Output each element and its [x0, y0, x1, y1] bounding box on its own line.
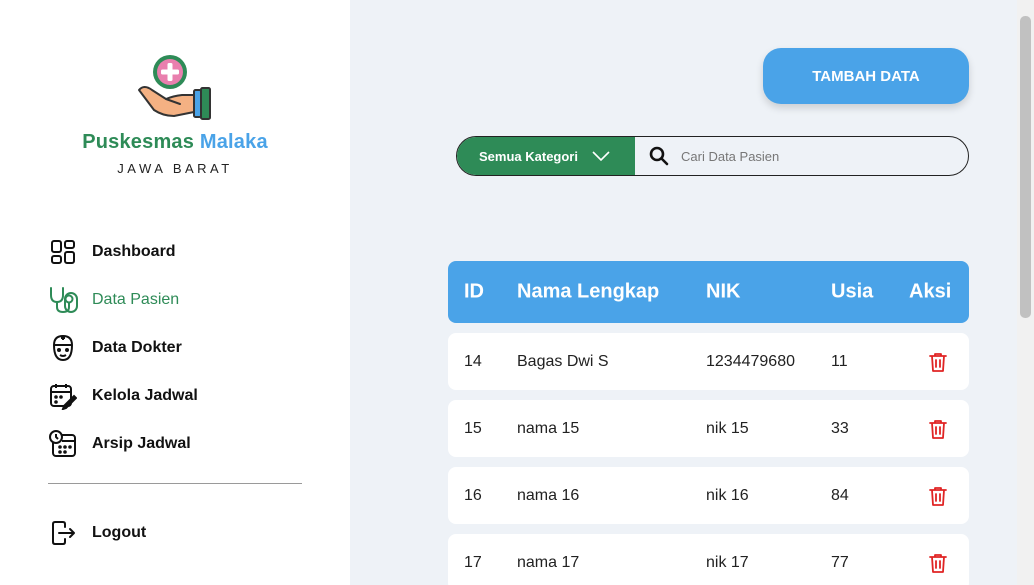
sidebar-item-data-dokter[interactable]: Data Dokter [48, 324, 198, 372]
logout-button[interactable]: Logout [48, 509, 146, 557]
doctor-icon [48, 333, 78, 363]
sidebar-item-data-pasien[interactable]: Data Pasien [48, 276, 198, 324]
calendar-clock-icon [48, 429, 78, 459]
brand-name-part2: Malaka [199, 131, 268, 153]
trash-icon[interactable] [929, 419, 947, 439]
cell-nik: 1234479680 [706, 352, 795, 370]
brand-subtitle: JAWA BARAT [117, 161, 233, 176]
cell-usia: 33 [831, 419, 849, 437]
brand-name-part1: Puskesmas [82, 131, 195, 153]
cell-usia: 77 [831, 553, 849, 571]
category-label: Semua Kategori [479, 148, 578, 164]
brand-name: Puskesmas Malaka [0, 131, 350, 154]
sidebar: Puskesmas Malaka JAWA BARAT Dashboard Da… [0, 0, 350, 585]
vertical-scrollbar[interactable] [1017, 0, 1034, 585]
sidebar-item-label: Arsip Jadwal [92, 435, 191, 452]
calendar-edit-icon [48, 381, 78, 411]
trash-icon[interactable] [929, 486, 947, 506]
trash-icon[interactable] [929, 352, 947, 372]
cell-nik: nik 16 [706, 486, 749, 504]
tambah-data-button[interactable]: TAMBAH DATA [763, 48, 969, 104]
column-header-aksi: Aksi [909, 280, 952, 303]
sidebar-item-label: Kelola Jadwal [92, 387, 198, 404]
cell-nik: nik 15 [706, 419, 749, 437]
table-row: 15 nama 15 nik 15 33 [448, 400, 969, 457]
sidebar-item-label: Dashboard [92, 243, 176, 260]
cell-nama: nama 17 [517, 553, 580, 571]
cell-id: 15 [464, 419, 482, 437]
column-header-nik: NIK [706, 280, 741, 303]
search-bar: Semua Kategori [456, 136, 969, 176]
category-dropdown[interactable]: Semua Kategori [457, 137, 635, 175]
table-row: 14 Bagas Dwi S 1234479680 11 [448, 333, 969, 390]
cell-nama: nama 15 [517, 419, 580, 437]
table-row: 16 nama 16 nik 16 84 [448, 467, 969, 524]
search-input[interactable] [681, 148, 941, 164]
table-row: 17 nama 17 nik 17 77 [448, 534, 969, 585]
cell-id: 14 [464, 352, 482, 370]
cell-usia: 84 [831, 486, 849, 504]
sidebar-item-dashboard[interactable]: Dashboard [48, 228, 198, 276]
cell-nama: Bagas Dwi S [517, 352, 609, 370]
sidebar-item-arsip-jadwal[interactable]: Arsip Jadwal [48, 420, 198, 468]
dashboard-icon [48, 237, 78, 267]
column-header-nama: Nama Lengkap [517, 280, 660, 303]
logout-icon [48, 518, 78, 548]
table-header: ID Nama Lengkap NIK Usia Aksi [448, 261, 969, 323]
health-care-logo-icon [138, 55, 211, 120]
cell-id: 17 [464, 553, 482, 571]
sidebar-divider [48, 483, 302, 484]
search-icon [649, 146, 669, 166]
column-header-usia: Usia [831, 280, 874, 303]
scrollbar-thumb[interactable] [1020, 16, 1031, 318]
cell-nik: nik 17 [706, 553, 749, 571]
logout-label: Logout [92, 524, 147, 541]
sidebar-nav: Dashboard Data Pasien Data Dokter Kelola… [48, 228, 198, 468]
stethoscope-icon [48, 285, 78, 315]
search-area [635, 137, 968, 175]
cell-usia: 11 [831, 352, 848, 370]
trash-icon[interactable] [929, 553, 947, 573]
sidebar-item-label: Data Pasien [92, 291, 180, 308]
chevron-down-icon [592, 149, 610, 164]
cell-id: 16 [464, 486, 482, 504]
sidebar-item-kelola-jadwal[interactable]: Kelola Jadwal [48, 372, 198, 420]
sidebar-item-label: Data Dokter [92, 339, 182, 356]
cell-nama: nama 16 [517, 486, 580, 504]
column-header-id: ID [464, 280, 484, 303]
